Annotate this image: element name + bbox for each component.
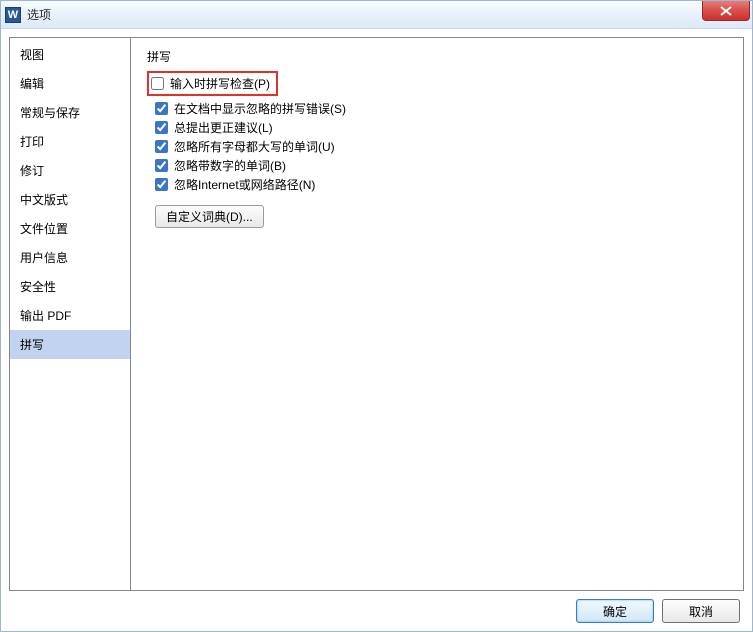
option-checkbox[interactable] — [151, 77, 164, 90]
option-label: 输入时拼写检查(P) — [170, 75, 270, 92]
sidebar-item[interactable]: 文件位置 — [10, 214, 130, 243]
option-row[interactable]: 输入时拼写检查(P) — [151, 75, 270, 92]
custom-dictionary-button[interactable]: 自定义词典(D)... — [155, 205, 264, 228]
sidebar-item[interactable]: 中文版式 — [10, 185, 130, 214]
option-label: 忽略所有字母都大写的单词(U) — [174, 138, 335, 155]
option-row[interactable]: 忽略带数字的单词(B) — [155, 157, 727, 174]
option-row[interactable]: 忽略Internet或网络路径(N) — [155, 176, 727, 193]
option-row[interactable]: 忽略所有字母都大写的单词(U) — [155, 138, 727, 155]
option-row[interactable]: 总提出更正建议(L) — [155, 119, 727, 136]
sidebar-item[interactable]: 安全性 — [10, 272, 130, 301]
option-label: 在文档中显示忽略的拼写错误(S) — [174, 100, 346, 117]
ok-button[interactable]: 确定 — [576, 599, 654, 623]
sidebar-item[interactable]: 编辑 — [10, 69, 130, 98]
sidebar-item[interactable]: 常规与保存 — [10, 98, 130, 127]
dialog-title: 选项 — [27, 6, 51, 23]
sidebar-item[interactable]: 用户信息 — [10, 243, 130, 272]
options-dialog: W 选项 视图编辑常规与保存打印修订中文版式文件位置用户信息安全性输出 PDF拼… — [0, 0, 753, 632]
option-label: 忽略Internet或网络路径(N) — [174, 176, 315, 193]
sidebar-item[interactable]: 视图 — [10, 40, 130, 69]
option-label: 忽略带数字的单词(B) — [174, 157, 286, 174]
dialog-body: 视图编辑常规与保存打印修订中文版式文件位置用户信息安全性输出 PDF拼写 拼写 … — [1, 29, 752, 591]
close-button[interactable] — [702, 1, 750, 21]
close-icon — [720, 6, 732, 16]
app-icon: W — [5, 7, 21, 23]
sidebar-item[interactable]: 拼写 — [10, 330, 130, 359]
sidebar: 视图编辑常规与保存打印修订中文版式文件位置用户信息安全性输出 PDF拼写 — [9, 37, 131, 591]
sidebar-item[interactable]: 打印 — [10, 127, 130, 156]
options-list: 输入时拼写检查(P) 在文档中显示忽略的拼写错误(S) 总提出更正建议(L) 忽略所有… — [147, 71, 727, 193]
sidebar-item[interactable]: 修订 — [10, 156, 130, 185]
section-title: 拼写 — [147, 48, 727, 65]
option-checkbox[interactable] — [155, 102, 168, 115]
sidebar-item[interactable]: 输出 PDF — [10, 301, 130, 330]
highlight-box: 输入时拼写检查(P) — [147, 71, 278, 96]
content-panel: 拼写 输入时拼写检查(P) 在文档中显示忽略的拼写错误(S) 总提出更正建议(L) 忽… — [131, 37, 744, 591]
titlebar: W 选项 — [1, 1, 752, 29]
option-checkbox[interactable] — [155, 140, 168, 153]
option-checkbox[interactable] — [155, 121, 168, 134]
dialog-footer: 确定 取消 — [1, 591, 752, 631]
option-row[interactable]: 在文档中显示忽略的拼写错误(S) — [155, 100, 727, 117]
option-checkbox[interactable] — [155, 159, 168, 172]
cancel-button[interactable]: 取消 — [662, 599, 740, 623]
option-checkbox[interactable] — [155, 178, 168, 191]
option-label: 总提出更正建议(L) — [174, 119, 273, 136]
